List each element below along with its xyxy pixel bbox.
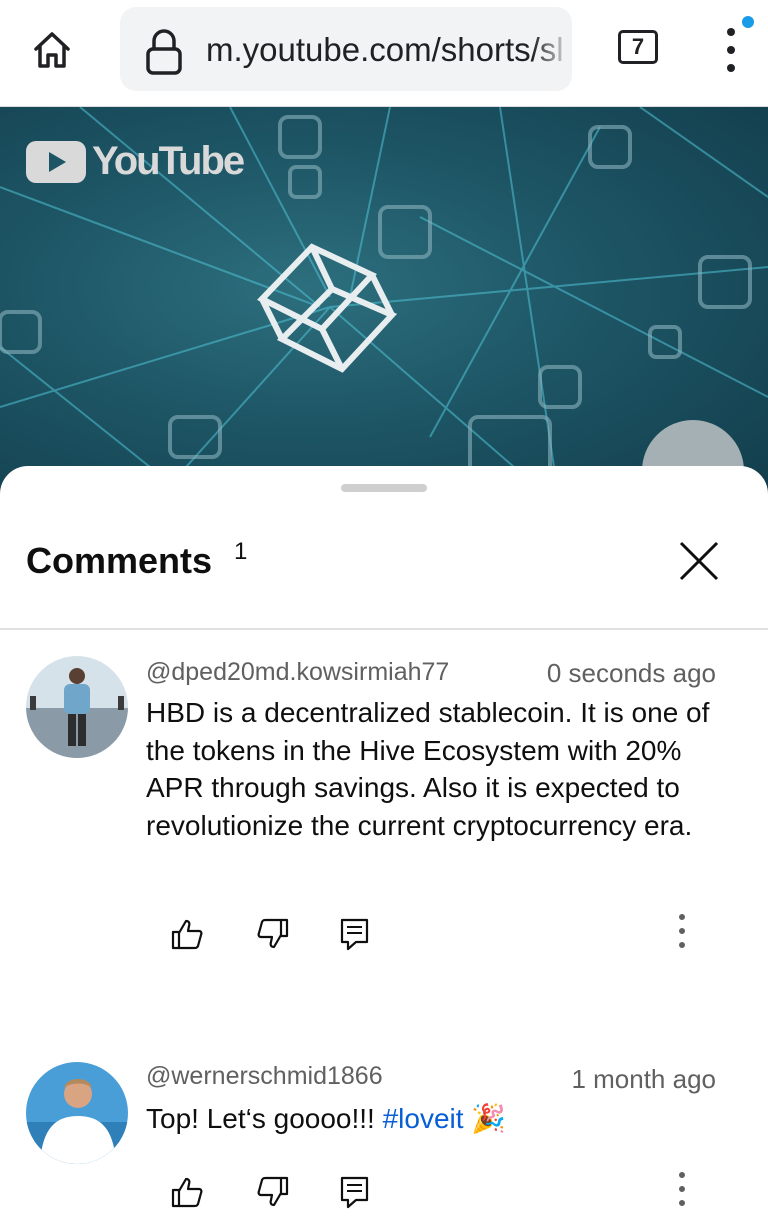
menu-dot: [679, 942, 685, 948]
menu-dot: [679, 1186, 685, 1192]
comment-author[interactable]: @dped20md.kowsirmiah77: [146, 658, 449, 687]
comment-time: 0 seconds ago: [546, 658, 716, 688]
party-popper-icon: 🎉: [471, 1103, 507, 1134]
comment-more-button[interactable]: [676, 1166, 688, 1206]
home-button[interactable]: [24, 22, 80, 78]
comment-text-main: Top! Let‘s goooo!!!: [146, 1103, 383, 1134]
thumbs-down-icon[interactable]: [252, 1172, 292, 1212]
comment-item: @dped20md.kowsirmiah77 0 seconds ago HBD…: [0, 652, 768, 972]
comment-actions: [146, 914, 746, 954]
tabs-button[interactable]: 7: [618, 30, 658, 64]
youtube-play-icon: [26, 140, 86, 183]
thumbs-up-icon[interactable]: [168, 1172, 208, 1212]
comment-text: Top! Let‘s goooo!!! #loveit 🎉: [146, 1100, 736, 1138]
tab-count: 7: [631, 34, 645, 59]
more-vert-icon: [679, 914, 685, 920]
browser-toolbar: m.youtube.com/shorts/sl 7: [0, 0, 768, 107]
menu-dot: [679, 928, 685, 934]
thumbs-down-icon[interactable]: [252, 914, 292, 954]
url-fade: [532, 7, 572, 91]
comment-time: 1 month ago: [571, 1064, 716, 1094]
comments-sheet: Comments 1 @dped20md.kowsirmiah77 0 seco…: [0, 466, 768, 1231]
divider: [0, 628, 768, 630]
hashtag-link[interactable]: #loveit: [383, 1103, 464, 1134]
comment-more-button[interactable]: [676, 908, 688, 948]
avatar-image: [26, 656, 128, 758]
lock-icon: [146, 29, 182, 75]
drag-handle[interactable]: [341, 484, 427, 492]
comment-author[interactable]: @wernerschmid1866: [146, 1062, 383, 1091]
thumbs-up-icon[interactable]: [168, 914, 208, 954]
more-vert-icon: [679, 1172, 685, 1178]
youtube-logo: YouTube: [26, 139, 245, 184]
comment-actions: [146, 1172, 746, 1212]
youtube-logo-text: YouTube: [92, 139, 245, 183]
avatar-image: [26, 1062, 128, 1164]
menu-dot: [679, 1200, 685, 1206]
browser-menu-button[interactable]: [716, 24, 746, 76]
reply-icon[interactable]: [334, 914, 374, 954]
notification-dot: [742, 16, 754, 28]
comment-item: @wernerschmid1866 1 month ago Top! Let‘s…: [0, 1062, 768, 1231]
shorts-video[interactable]: YouTube: [0, 107, 768, 507]
close-icon[interactable]: [676, 538, 722, 584]
home-icon: [34, 32, 70, 68]
comments-title: Comments: [26, 540, 213, 581]
comment-text: HBD is a decentralized stablecoin. It is…: [146, 697, 710, 841]
url-text: m.youtube.com/shorts/sl: [206, 31, 564, 68]
more-vert-icon: [727, 28, 735, 36]
reply-icon[interactable]: [334, 1172, 374, 1212]
avatar[interactable]: [26, 656, 128, 758]
avatar[interactable]: [26, 1062, 128, 1164]
address-bar[interactable]: m.youtube.com/shorts/sl: [120, 7, 572, 91]
comments-count: 1: [234, 538, 248, 565]
menu-dot: [727, 46, 735, 54]
menu-dot: [727, 64, 735, 72]
